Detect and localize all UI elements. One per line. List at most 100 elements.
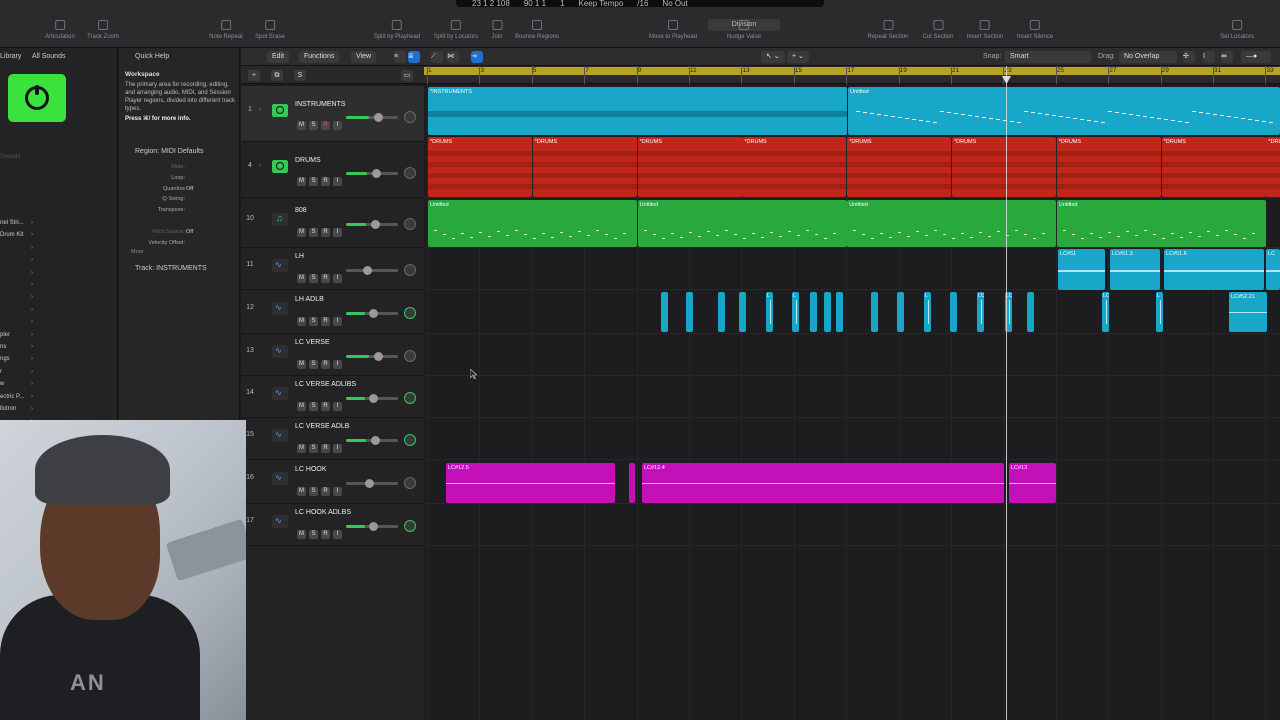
library-item[interactable]: ›: [0, 269, 36, 278]
region-hook[interactable]: LC#13: [1009, 463, 1056, 503]
add-track-button[interactable]: +: [248, 70, 260, 81]
library-item[interactable]: w ›: [0, 380, 36, 389]
fader-knob[interactable]: [362, 266, 372, 275]
volume-fader[interactable]: [346, 394, 398, 403]
fader-knob[interactable]: [372, 169, 382, 178]
library-filter[interactable]: All Sounds: [32, 53, 65, 60]
region-lh-adlb[interactable]: LC#52.21: [1229, 292, 1267, 332]
secondary-tool-menu[interactable]: + ⌄: [787, 51, 809, 63]
library-item[interactable]: ›: [0, 306, 36, 315]
record-button[interactable]: R: [321, 402, 330, 411]
region-instruments[interactable]: *INSTRUMENTS: [428, 87, 847, 135]
mute-button[interactable]: M: [297, 274, 306, 283]
audio-blip[interactable]: [1027, 292, 1034, 332]
quick-help-title[interactable]: Quick Help: [135, 53, 256, 60]
library-item[interactable]: ›: [0, 256, 36, 265]
audio-blip[interactable]: [871, 292, 878, 332]
grid-view-icon[interactable]: ≣: [408, 51, 420, 63]
flex-icon[interactable]: ⋈: [447, 51, 459, 63]
input-button[interactable]: I: [333, 317, 342, 326]
toolbar-button-13[interactable]: Insert Silence: [1017, 20, 1053, 40]
region-drums[interactable]: *DRUMS: [1056, 137, 1161, 197]
volume-fader[interactable]: [346, 436, 398, 445]
input-button[interactable]: I: [333, 177, 342, 186]
track-header-instruments[interactable]: 1 › INSTRUMENTS M S R I: [241, 86, 424, 142]
volume-fader[interactable]: [346, 479, 398, 488]
record-button[interactable]: R: [321, 487, 330, 496]
region-lh[interactable]: LC#51.6: [1164, 249, 1264, 290]
pan-knob[interactable]: [404, 218, 416, 230]
record-button[interactable]: R: [321, 530, 330, 539]
input-button[interactable]: I: [333, 487, 342, 496]
track-name[interactable]: 808: [295, 207, 307, 214]
audio-blip[interactable]: L: [924, 292, 931, 332]
region-drums[interactable]: *DRUMS: [952, 137, 1056, 197]
region-lh[interactable]: LC#51.3: [1110, 249, 1160, 290]
toolbar-button-5[interactable]: Split by Locators: [434, 20, 478, 40]
horizontal-zoom-icon[interactable]: ⇹: [1221, 51, 1233, 63]
mute-button[interactable]: M: [297, 487, 306, 496]
toolbar-button-7[interactable]: Bounce Regions: [515, 20, 559, 40]
toolbar-button-6[interactable]: Join: [491, 20, 503, 40]
record-button[interactable]: R: [321, 228, 330, 237]
audio-blip[interactable]: L: [766, 292, 773, 332]
input-button[interactable]: I: [333, 444, 342, 453]
snap-select[interactable]: Smart: [1005, 51, 1091, 63]
fader-knob[interactable]: [365, 479, 375, 488]
region-drums[interactable]: *DRUMS: [847, 137, 952, 197]
pan-knob[interactable]: [404, 434, 416, 446]
patch-power-icon[interactable]: [8, 74, 66, 122]
fader-knob[interactable]: [369, 309, 379, 318]
record-button[interactable]: R: [321, 444, 330, 453]
audio-blip[interactable]: [810, 292, 817, 332]
track-header-lc-hook-adlbs[interactable]: 17 ∿ LC HOOK ADLBS M S R I: [241, 504, 424, 546]
drag-select[interactable]: No Overlap: [1119, 51, 1177, 63]
edit-menu[interactable]: Edit: [267, 51, 290, 63]
volume-fader[interactable]: [346, 169, 398, 178]
library-item[interactable]: Drum Kit ›: [0, 231, 36, 240]
track-name[interactable]: LH ADLB: [295, 296, 324, 303]
solo-button[interactable]: S: [309, 121, 318, 130]
toolbar-button-14[interactable]: Set Locators: [1220, 20, 1254, 40]
audio-blip[interactable]: L: [1156, 292, 1163, 332]
audio-blip[interactable]: LC: [977, 292, 984, 332]
toolbar-button-11[interactable]: Cut Section: [922, 20, 954, 40]
library-item[interactable]: ngs ›: [0, 355, 36, 364]
region-lh[interactable]: LC: [1266, 249, 1280, 290]
library-item[interactable]: llotron ›: [0, 405, 36, 414]
toolbar-button-8[interactable]: Move to Playhead: [649, 20, 697, 40]
track-header-drums[interactable]: 4 › DRUMS M S R I: [241, 142, 424, 198]
track-header-lc-verse-adlb[interactable]: 15 ∿ LC VERSE ADLB M S R I: [241, 418, 424, 460]
mute-button[interactable]: M: [297, 402, 306, 411]
region-drums[interactable]: *DRUMS: [428, 137, 532, 197]
track-header-lc-verse-adlibs[interactable]: 14 ∿ LC VERSE ADLIBS M S R I: [241, 376, 424, 418]
solo-button[interactable]: S: [309, 177, 318, 186]
track-name[interactable]: LC VERSE ADLB: [295, 423, 349, 430]
toolbar-button-9[interactable]: Nudge Value: [727, 20, 761, 40]
audio-blip[interactable]: [897, 292, 904, 332]
library-item[interactable]: ›: [0, 244, 36, 253]
volume-fader[interactable]: [346, 113, 398, 122]
toolbar-button-3[interactable]: Spot Erase: [255, 20, 285, 40]
mute-button[interactable]: M: [297, 530, 306, 539]
solo-button[interactable]: S: [309, 444, 318, 453]
param-value[interactable]: Off: [186, 186, 193, 192]
region-hook-fragment[interactable]: [629, 463, 635, 503]
library-item[interactable]: nel Stri... ›: [0, 219, 36, 228]
track-name[interactable]: LC VERSE ADLIBS: [295, 381, 356, 388]
solo-button[interactable]: S: [309, 402, 318, 411]
pan-knob[interactable]: [404, 307, 416, 319]
disclosure-triangle-icon[interactable]: ›: [259, 106, 261, 113]
volume-fader[interactable]: [346, 352, 398, 361]
fader-knob[interactable]: [369, 394, 379, 403]
toolbar-button-2[interactable]: Note Repeat: [209, 20, 243, 40]
track-header-lh[interactable]: 11 ∿ LH M S R I: [241, 248, 424, 290]
library-item[interactable]: pler ›: [0, 331, 36, 340]
library-item[interactable]: ›: [0, 318, 36, 327]
input-button[interactable]: I: [333, 360, 342, 369]
automation-icon[interactable]: ⟋: [431, 51, 443, 63]
pointer-tool-menu[interactable]: ↖ ⌄: [761, 51, 785, 63]
mute-button[interactable]: M: [297, 121, 306, 130]
solo-button[interactable]: S: [309, 487, 318, 496]
fader-knob[interactable]: [370, 436, 380, 445]
